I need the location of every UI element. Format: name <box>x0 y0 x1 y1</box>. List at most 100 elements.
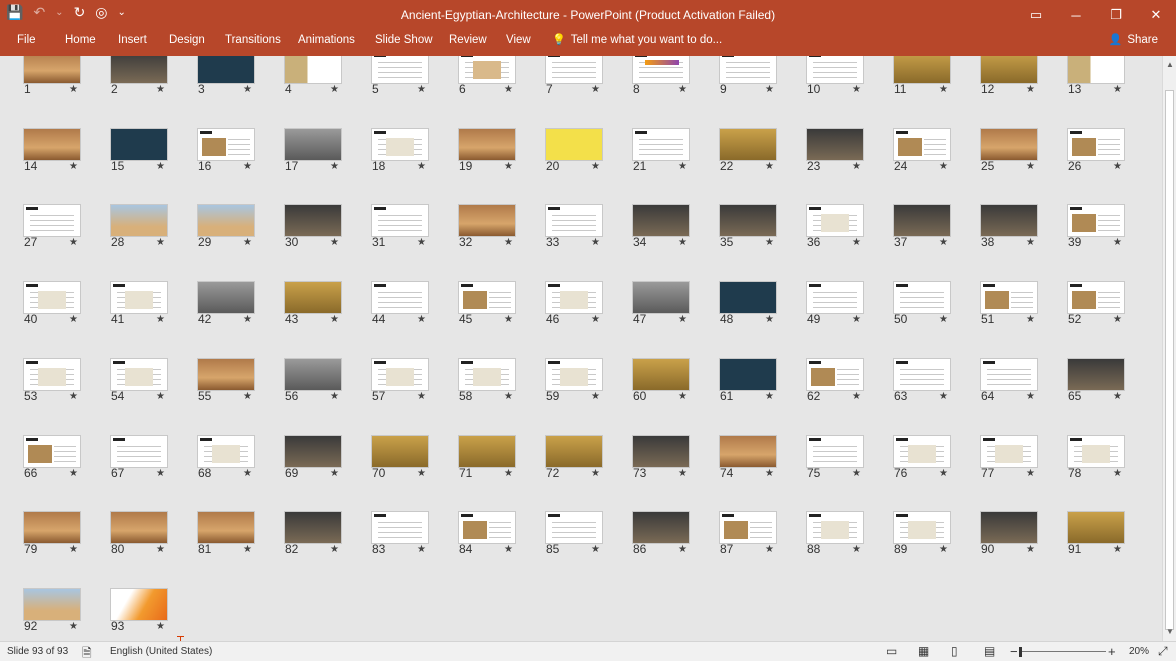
slide-thumbnail[interactable] <box>719 357 777 391</box>
transition-star-icon[interactable]: ★ <box>852 161 861 172</box>
slide-thumbnail[interactable] <box>545 56 603 84</box>
transition-star-icon[interactable]: ★ <box>1026 161 1035 172</box>
transition-star-icon[interactable]: ★ <box>1113 544 1122 555</box>
slide-thumbnail[interactable] <box>545 204 603 238</box>
transition-star-icon[interactable]: ★ <box>1026 237 1035 248</box>
transition-star-icon[interactable]: ★ <box>1026 391 1035 402</box>
tell-me-box[interactable]: 💡 Tell me what you want to do... <box>552 33 722 47</box>
tab-home[interactable]: Home <box>65 34 96 46</box>
slide-thumbnail[interactable] <box>632 434 690 468</box>
slide-thumbnail[interactable] <box>458 511 516 545</box>
transition-star-icon[interactable]: ★ <box>939 161 948 172</box>
transition-star-icon[interactable]: ★ <box>243 544 252 555</box>
transition-star-icon[interactable]: ★ <box>330 161 339 172</box>
transition-star-icon[interactable]: ★ <box>939 84 948 95</box>
slide-thumbnail[interactable] <box>458 357 516 391</box>
transition-star-icon[interactable]: ★ <box>1026 544 1035 555</box>
transition-star-icon[interactable]: ★ <box>69 84 78 95</box>
transition-star-icon[interactable]: ★ <box>1026 468 1035 479</box>
vertical-scrollbar[interactable]: ▲ ▼ <box>1162 56 1176 641</box>
slide-thumbnail[interactable] <box>545 511 603 545</box>
transition-star-icon[interactable]: ★ <box>69 391 78 402</box>
ribbon-display-options-button[interactable]: ▭ <box>1016 0 1056 30</box>
slide-thumbnail[interactable] <box>980 434 1038 468</box>
transition-star-icon[interactable]: ★ <box>765 237 774 248</box>
transition-star-icon[interactable]: ★ <box>504 237 513 248</box>
transition-star-icon[interactable]: ★ <box>1113 468 1122 479</box>
slide-thumbnail[interactable] <box>284 56 342 84</box>
slide-thumbnail[interactable] <box>893 434 951 468</box>
transition-star-icon[interactable]: ★ <box>1113 84 1122 95</box>
transition-star-icon[interactable]: ★ <box>417 314 426 325</box>
slide-thumbnail[interactable] <box>110 281 168 315</box>
tab-animations[interactable]: Animations <box>298 34 355 46</box>
slide-show-view-icon[interactable]: ▤ <box>984 644 995 658</box>
transition-star-icon[interactable]: ★ <box>591 237 600 248</box>
restore-button[interactable]: ❐ <box>1096 0 1136 30</box>
transition-star-icon[interactable]: ★ <box>591 84 600 95</box>
scroll-down-icon[interactable]: ▼ <box>1163 625 1176 639</box>
transition-star-icon[interactable]: ★ <box>1026 314 1035 325</box>
slide-thumbnail[interactable] <box>458 204 516 238</box>
tab-view[interactable]: View <box>506 34 531 46</box>
transition-star-icon[interactable]: ★ <box>765 391 774 402</box>
slide-thumbnail[interactable] <box>110 204 168 238</box>
transition-star-icon[interactable]: ★ <box>417 391 426 402</box>
transition-star-icon[interactable]: ★ <box>156 544 165 555</box>
slide-thumbnail[interactable] <box>806 434 864 468</box>
slide-thumbnail[interactable] <box>632 511 690 545</box>
transition-star-icon[interactable]: ★ <box>852 468 861 479</box>
transition-star-icon[interactable]: ★ <box>69 314 78 325</box>
transition-star-icon[interactable]: ★ <box>156 314 165 325</box>
transition-star-icon[interactable]: ★ <box>678 161 687 172</box>
transition-star-icon[interactable]: ★ <box>939 237 948 248</box>
transition-star-icon[interactable]: ★ <box>243 84 252 95</box>
slide-thumbnail[interactable] <box>284 357 342 391</box>
slide-thumbnail[interactable] <box>197 204 255 238</box>
transition-star-icon[interactable]: ★ <box>69 544 78 555</box>
slide-thumbnail[interactable] <box>110 511 168 545</box>
slide-thumbnail[interactable] <box>719 511 777 545</box>
transition-star-icon[interactable]: ★ <box>678 314 687 325</box>
transition-star-icon[interactable]: ★ <box>678 544 687 555</box>
transition-star-icon[interactable]: ★ <box>504 84 513 95</box>
transition-star-icon[interactable]: ★ <box>504 391 513 402</box>
slide-thumbnail[interactable] <box>719 281 777 315</box>
transition-star-icon[interactable]: ★ <box>156 621 165 632</box>
transition-star-icon[interactable]: ★ <box>417 544 426 555</box>
transition-star-icon[interactable]: ★ <box>417 84 426 95</box>
transition-star-icon[interactable]: ★ <box>504 544 513 555</box>
slide-thumbnail[interactable] <box>110 434 168 468</box>
slide-thumbnail[interactable] <box>980 127 1038 161</box>
transition-star-icon[interactable]: ★ <box>504 161 513 172</box>
slide-thumbnail[interactable] <box>23 511 81 545</box>
slide-thumbnail[interactable] <box>893 56 951 84</box>
scroll-thumb[interactable] <box>1165 90 1174 630</box>
slide-thumbnail[interactable] <box>371 511 429 545</box>
transition-star-icon[interactable]: ★ <box>765 161 774 172</box>
slide-thumbnail[interactable] <box>23 281 81 315</box>
slide-thumbnail[interactable] <box>371 281 429 315</box>
transition-star-icon[interactable]: ★ <box>678 391 687 402</box>
slide-thumbnail[interactable] <box>980 511 1038 545</box>
zoom-in-button[interactable]: + <box>1108 644 1116 659</box>
slide-thumbnail[interactable] <box>1067 127 1125 161</box>
transition-star-icon[interactable]: ★ <box>504 314 513 325</box>
minimize-button[interactable]: ─ <box>1056 0 1096 30</box>
slide-thumbnail[interactable] <box>110 357 168 391</box>
slide-thumbnail[interactable] <box>893 127 951 161</box>
slide-thumbnail[interactable] <box>980 204 1038 238</box>
slide-thumbnail[interactable] <box>371 434 429 468</box>
slide-thumbnail[interactable] <box>806 511 864 545</box>
slide-thumbnail[interactable] <box>806 127 864 161</box>
slide-thumbnail[interactable] <box>110 587 168 621</box>
transition-star-icon[interactable]: ★ <box>417 468 426 479</box>
slide-thumbnail[interactable] <box>284 511 342 545</box>
slide-thumbnail[interactable] <box>893 357 951 391</box>
slide-thumbnail[interactable] <box>545 357 603 391</box>
transition-star-icon[interactable]: ★ <box>678 84 687 95</box>
slide-thumbnail[interactable] <box>1067 511 1125 545</box>
slide-thumbnail[interactable] <box>893 204 951 238</box>
transition-star-icon[interactable]: ★ <box>591 314 600 325</box>
slide-thumbnail[interactable] <box>458 281 516 315</box>
